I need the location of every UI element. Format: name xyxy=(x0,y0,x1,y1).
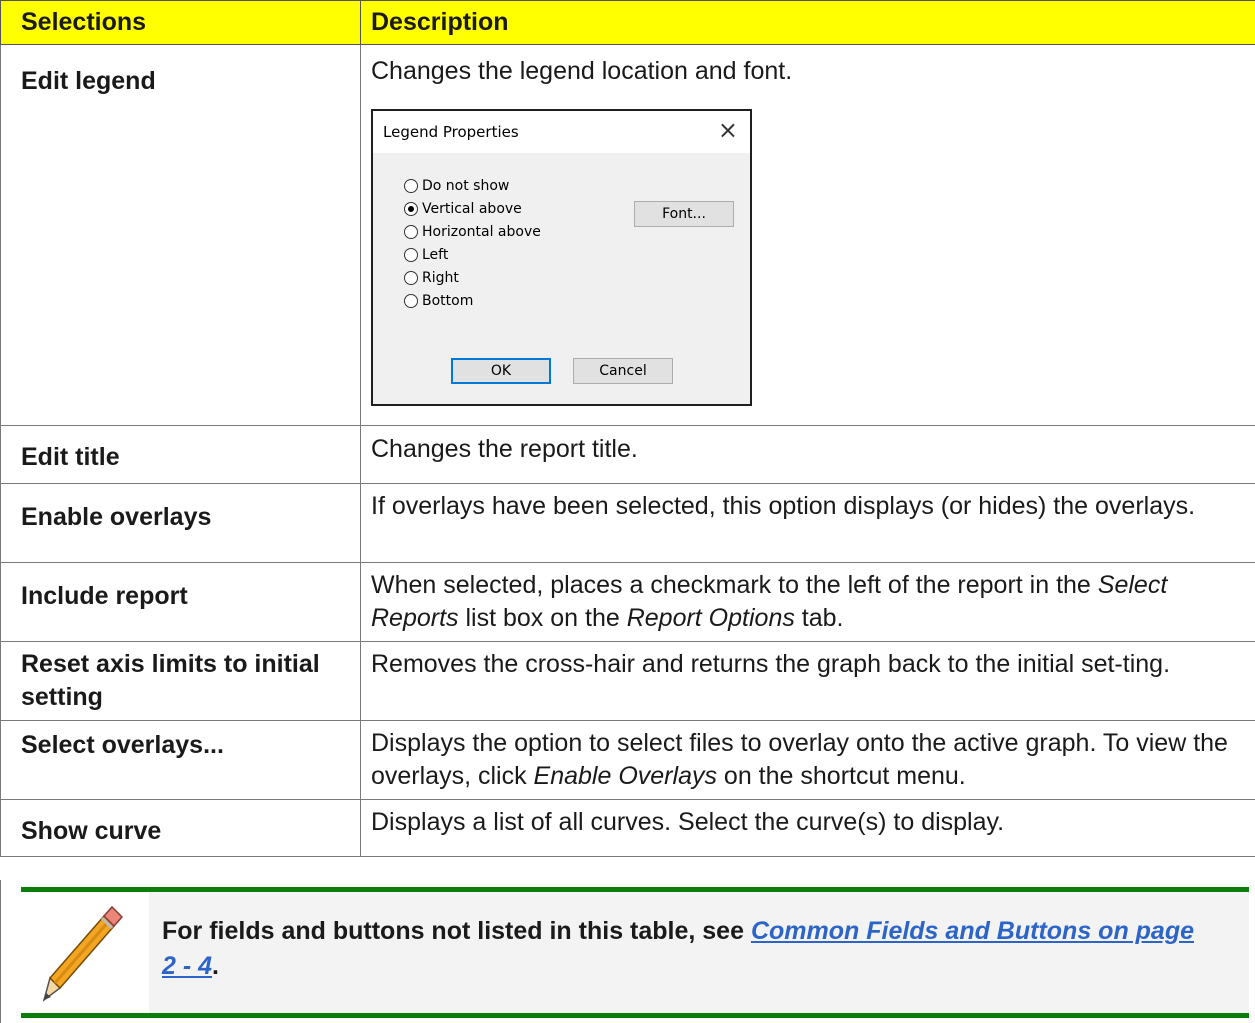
note-box: For fields and buttons not listed in thi… xyxy=(0,880,1255,1023)
table-row: Edit title Changes the report title. xyxy=(0,425,1255,484)
note-text-pre: For fields and buttons not listed in thi… xyxy=(162,917,751,945)
description-text: Changes the legend location and font. xyxy=(371,57,793,85)
description-text: on the shortcut menu. xyxy=(716,762,966,790)
radio-horizontal-above[interactable]: Horizontal above xyxy=(404,222,541,242)
table-row: Show curve Displays a list of all curves… xyxy=(0,799,1255,857)
note-bottom-rule xyxy=(21,1013,1249,1018)
radio-label: Right xyxy=(422,270,459,286)
selection-reset-axis-limits: Reset axis limits to initial setting xyxy=(0,641,361,721)
note-left-border xyxy=(0,880,1,1023)
radio-right[interactable]: Right xyxy=(404,268,459,288)
selections-table: Selections Description Edit legend Chang… xyxy=(0,0,1255,857)
note-text-post: . xyxy=(212,952,219,980)
table-row: Reset axis limits to initial setting Rem… xyxy=(0,641,1255,721)
table-header-row: Selections Description xyxy=(0,0,1255,45)
selection-edit-legend: Edit legend xyxy=(0,44,361,426)
table-row: Edit legend Changes the legend location … xyxy=(0,44,1255,426)
legend-properties-dialog: Legend Properties × Do not show Vertical… xyxy=(371,109,752,406)
table-row: Select overlays... Displays the option t… xyxy=(0,720,1255,800)
close-icon[interactable]: × xyxy=(718,118,738,142)
font-button[interactable]: Font... xyxy=(634,201,734,227)
dialog-title: Legend Properties xyxy=(383,123,519,141)
description-text: list box on the xyxy=(458,604,627,632)
note-text: For fields and buttons not listed in thi… xyxy=(162,914,1202,984)
description-cell: When selected, places a checkmark to the… xyxy=(360,562,1255,642)
description-cell: Changes the report title. xyxy=(360,425,1255,484)
radio-bottom[interactable]: Bottom xyxy=(404,291,473,311)
radio-icon xyxy=(404,248,418,262)
selection-enable-overlays: Enable overlays xyxy=(0,483,361,563)
selection-edit-title: Edit title xyxy=(0,425,361,484)
radio-icon xyxy=(404,179,418,193)
radio-label: Vertical above xyxy=(422,201,522,217)
radio-icon xyxy=(404,225,418,239)
description-emphasis: Enable Overlays xyxy=(533,762,717,790)
radio-icon xyxy=(404,271,418,285)
radio-label: Do not show xyxy=(422,178,510,194)
pencil-icon xyxy=(42,905,124,1002)
selection-include-report: Include report xyxy=(0,562,361,642)
header-description: Description xyxy=(360,0,1255,45)
description-cell: Removes the cross-hair and returns the g… xyxy=(360,641,1255,721)
cancel-button[interactable]: Cancel xyxy=(573,358,673,384)
description-cell: Changes the legend location and font. Le… xyxy=(360,44,1255,426)
header-selections: Selections xyxy=(0,0,361,45)
radio-left[interactable]: Left xyxy=(404,245,448,265)
radio-label: Horizontal above xyxy=(422,224,541,240)
radio-icon xyxy=(404,294,418,308)
table-row: Include report When selected, places a c… xyxy=(0,562,1255,642)
table-row: Enable overlays If overlays have been se… xyxy=(0,483,1255,563)
description-cell: Displays a list of all curves. Select th… xyxy=(360,799,1255,857)
description-cell: Displays the option to select files to o… xyxy=(360,720,1255,800)
description-cell: If overlays have been selected, this opt… xyxy=(360,483,1255,563)
description-text: When selected, places a checkmark to the… xyxy=(371,571,1091,599)
dialog-titlebar: Legend Properties × xyxy=(373,111,750,153)
selection-select-overlays: Select overlays... xyxy=(0,720,361,800)
radio-selected-icon xyxy=(404,202,418,216)
radio-label: Left xyxy=(422,247,449,263)
description-text: tab. xyxy=(794,604,844,632)
radio-vertical-above[interactable]: Vertical above xyxy=(404,199,522,219)
description-emphasis: Report Options xyxy=(626,604,795,632)
radio-do-not-show[interactable]: Do not show xyxy=(404,176,509,196)
selection-show-curve: Show curve xyxy=(0,799,361,857)
ok-button[interactable]: OK xyxy=(451,358,551,384)
radio-label: Bottom xyxy=(422,293,474,309)
